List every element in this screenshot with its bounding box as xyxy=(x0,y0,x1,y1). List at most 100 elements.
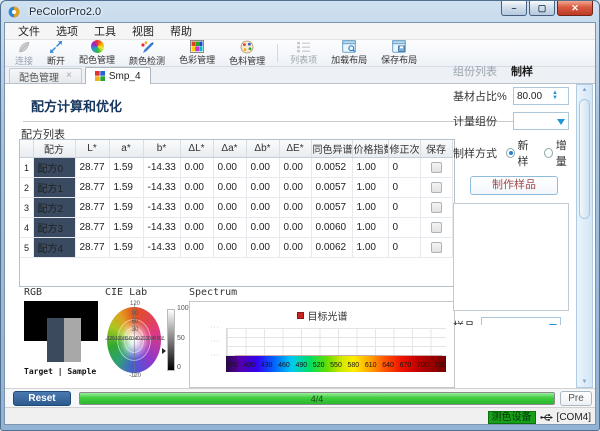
recipe-name-cell[interactable]: 配方4 xyxy=(33,238,75,258)
vertical-scroll-thumb[interactable] xyxy=(579,99,590,219)
value-cell: 1.59 xyxy=(109,198,143,218)
toolbar-color-manage[interactable]: 色彩管理 xyxy=(172,40,222,66)
toolbar-label-save-layout: 保存布局 xyxy=(381,53,417,66)
recipe-name-cell[interactable]: 配方2 xyxy=(33,198,75,218)
value-cell: 0.00 xyxy=(279,238,311,258)
lightness-label-50: 50 xyxy=(177,335,185,342)
tab-label: Smp_4 xyxy=(109,71,141,82)
status-bar: 测色设备 [COM4] xyxy=(5,407,595,425)
make-sample-button[interactable]: 制作样品 xyxy=(470,176,558,195)
vertical-scrollbar[interactable]: ▲ ▼ xyxy=(576,84,593,388)
menu-item-4[interactable]: 帮助 xyxy=(162,22,200,40)
recipe-table-container: 配方L*a*b*ΔL*Δa*Δb*ΔE*同色异谱价格指数修正次数保存 1配方02… xyxy=(19,139,455,287)
value-cell: 0.00 xyxy=(279,218,311,238)
column-header-3: b* xyxy=(143,140,180,158)
minimize-button[interactable]: – xyxy=(501,1,527,16)
value-cell: 1.00 xyxy=(352,218,388,238)
value-cell: 0.00 xyxy=(246,238,279,258)
sample-making-panel: 组份列表制样 基材占比% ▲▼ 计量组份 制样方式 新样 增量 制作样品 xyxy=(453,63,575,325)
save-checkbox[interactable] xyxy=(431,182,442,193)
table-row[interactable]: 2配方128.771.59-14.330.000.000.000.000.005… xyxy=(20,178,452,198)
menu-item-3[interactable]: 视图 xyxy=(124,22,162,40)
save-checkbox[interactable] xyxy=(431,242,442,253)
column-header-6: Δb* xyxy=(246,140,279,158)
toolbar-load-layout[interactable]: 加载布局 xyxy=(324,40,374,66)
legend-label: 目标光谱 xyxy=(308,308,348,323)
save-checkbox[interactable] xyxy=(431,222,442,233)
right-panel-tab-0[interactable]: 组份列表 xyxy=(453,63,497,79)
base-ratio-label: 基材占比% xyxy=(453,88,513,104)
recipe-name-cell[interactable]: 配方0 xyxy=(33,158,75,178)
save-checkbox[interactable] xyxy=(431,162,442,173)
row-number: 1 xyxy=(20,158,33,178)
value-cell: 28.77 xyxy=(75,178,109,198)
x-tick-520: 520 xyxy=(313,362,325,369)
close-icon[interactable]: × xyxy=(66,72,72,80)
table-row[interactable]: 5配方428.771.59-14.330.000.000.000.000.006… xyxy=(20,238,452,258)
recipe-name-cell[interactable]: 配方3 xyxy=(33,218,75,238)
value-cell: 28.77 xyxy=(75,238,109,258)
value-cell: 0.00 xyxy=(180,198,213,218)
target-sample-caption: Target | Sample xyxy=(24,367,104,376)
column-header-9: 价格指数 xyxy=(352,140,388,158)
load-layout-icon xyxy=(342,40,356,53)
close-button[interactable]: ✕ xyxy=(557,1,593,16)
x-tick-370: 370 xyxy=(226,362,238,369)
title-bar[interactable]: PeColorPro2.0 – ▢ ✕ xyxy=(1,1,599,22)
toolbar-label-disconnect: 断开 xyxy=(47,54,65,67)
component-list-box[interactable] xyxy=(453,203,569,311)
recipe-table: 配方L*a*b*ΔL*Δa*Δb*ΔE*同色异谱价格指数修正次数保存 1配方02… xyxy=(20,140,453,258)
table-row[interactable]: 3配方228.771.59-14.330.000.000.000.000.005… xyxy=(20,198,452,218)
toolbar-color-detect[interactable]: 颜色检测 xyxy=(122,40,172,66)
save-checkbox[interactable] xyxy=(431,202,442,213)
toolbar-match-manage[interactable]: 配色管理 xyxy=(72,40,122,66)
spin-down-icon[interactable]: ▼ xyxy=(552,96,558,101)
radio-increment[interactable] xyxy=(544,148,553,158)
pre-button[interactable]: Pre xyxy=(560,391,592,406)
menu-item-0[interactable]: 文件 xyxy=(10,22,48,40)
corner-header xyxy=(20,140,33,158)
tab-1[interactable]: Smp_4 xyxy=(85,67,151,84)
row-number: 4 xyxy=(20,218,33,238)
sample-dropdown[interactable] xyxy=(481,317,561,325)
scroll-down-icon[interactable]: ▼ xyxy=(577,379,592,385)
color-grid-icon xyxy=(190,40,204,53)
lab-ring-label-30: 30 xyxy=(132,327,139,333)
base-ratio-spinbox: ▲▼ xyxy=(513,87,569,105)
maximize-button[interactable]: ▢ xyxy=(529,1,555,16)
reset-button[interactable]: Reset xyxy=(13,391,71,406)
save-cell xyxy=(420,158,452,178)
recipe-name-cell[interactable]: 配方1 xyxy=(33,178,75,198)
toolbar-colorant-manage[interactable]: 色料管理 xyxy=(222,40,272,66)
value-cell: 0 xyxy=(388,198,420,218)
toolbar-disconnect[interactable]: 断开 xyxy=(40,40,72,66)
lab-ring-label-90: 90 xyxy=(132,311,139,317)
spectrum-plot-area xyxy=(226,328,446,356)
cielab-panel: CIE Lab 120 90 60 30 -120-100-80-60-40-2… xyxy=(105,287,189,385)
menu-item-2[interactable]: 工具 xyxy=(86,22,124,40)
metering-component-dropdown[interactable] xyxy=(513,112,569,130)
spectrum-panel-label: Spectrum xyxy=(189,287,457,298)
table-row[interactable]: 1配方028.771.59-14.330.000.000.000.000.005… xyxy=(20,158,452,178)
lab-ring-label-60: 60 xyxy=(132,319,139,325)
radio-new-sample[interactable] xyxy=(506,148,515,158)
column-header-8: 同色异谱 xyxy=(311,140,352,158)
tab-0[interactable]: 配色管理× xyxy=(9,68,82,83)
table-row[interactable]: 4配方328.771.59-14.330.000.000.000.000.006… xyxy=(20,218,452,238)
save-cell xyxy=(420,218,452,238)
toolbar-save-layout[interactable]: 保存布局 xyxy=(374,40,424,66)
value-cell: 1.00 xyxy=(352,238,388,258)
right-panel-tab-1[interactable]: 制样 xyxy=(511,63,533,79)
y-tick-faint-2: ··· xyxy=(210,338,220,345)
column-header-2: a* xyxy=(109,140,143,158)
usb-icon xyxy=(540,412,553,423)
base-ratio-input[interactable] xyxy=(514,91,552,102)
value-cell: 0.00 xyxy=(246,198,279,218)
metering-component-label: 计量组份 xyxy=(453,113,513,129)
x-tick-460: 460 xyxy=(278,362,290,369)
scroll-up-icon[interactable]: ▲ xyxy=(577,87,592,93)
com-port-label: [COM4] xyxy=(557,412,591,423)
menu-item-1[interactable]: 选项 xyxy=(48,22,86,40)
spectrum-chart: 目标光谱 ··· ··· ··· 37040043046049052055058… xyxy=(189,301,455,388)
sample-color-swatch xyxy=(64,318,81,362)
